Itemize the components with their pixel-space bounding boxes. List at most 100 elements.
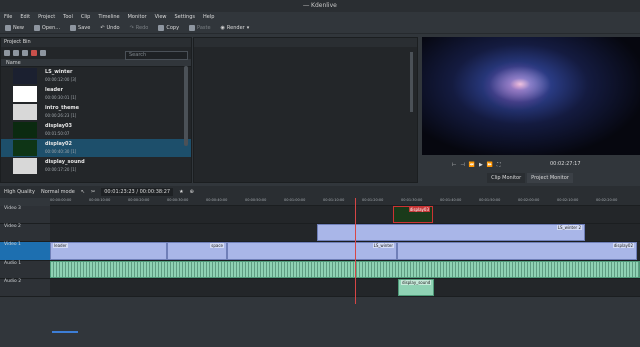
monitor-controls: ⊢ ⊣ ⏪ ▶ ⏩ ⛶	[422, 159, 640, 171]
grid-icon[interactable]	[40, 50, 46, 56]
tab-clip-monitor[interactable]: Clip Monitor	[487, 173, 526, 183]
audio-waveform-clip[interactable]	[50, 261, 640, 278]
bin-clip-intro-theme[interactable]: intro_theme 00:00:26:23 [1]	[1, 103, 191, 121]
set-out-icon[interactable]: ⊣	[460, 162, 464, 168]
menu-help[interactable]: Help	[199, 12, 218, 22]
bin-clip-display02[interactable]: display02 00:00:40:30 [1]	[1, 139, 191, 157]
clip-duration: 00:00:30:01 [1]	[45, 95, 77, 100]
bin-clip-ls-winter[interactable]: LS_winter 00:00:12:00 [3]	[1, 67, 191, 85]
folder-icon[interactable]	[22, 50, 28, 56]
project-bin-title: Project Bin	[4, 39, 31, 45]
clip-thumbnail	[13, 140, 37, 156]
ruler-tick-label: 00:02:20:00	[596, 198, 618, 202]
undo-label: Undo	[106, 24, 120, 31]
nebula-image	[482, 61, 552, 111]
open-label: Open...	[41, 24, 61, 31]
track-header-audio-1[interactable]: Audio 1	[0, 261, 50, 279]
ruler-tick-label: 00:01:50:00	[479, 198, 501, 202]
edit-mode-select[interactable]: Normal mode	[41, 189, 75, 195]
open-button[interactable]: Open...	[29, 22, 65, 34]
monitor-timecode[interactable]: 00:02:27:17	[550, 161, 581, 167]
monitor-tabs: Clip Monitor Project Monitor	[420, 173, 640, 183]
clip-name: display02	[45, 141, 72, 147]
bin-clip-display-sound[interactable]: display_sound 00:00:17:20 [1]	[1, 157, 191, 175]
render-button[interactable]: ◉ Render ▾	[216, 22, 255, 34]
ruler-tick-label: 00:01:20:00	[362, 198, 384, 202]
tab-project-monitor[interactable]: Project Monitor	[527, 173, 573, 183]
timeline-clip[interactable]: display03	[393, 206, 433, 223]
zoom-icon[interactable]: ⊕	[190, 189, 194, 195]
menu-timeline[interactable]: Timeline	[94, 12, 123, 22]
selection-tool-icon[interactable]: ↖	[81, 189, 85, 195]
track-header-video-1[interactable]: Video 1	[0, 242, 50, 261]
play-icon[interactable]: ▶	[479, 162, 483, 168]
menu-settings[interactable]: Settings	[171, 12, 200, 22]
track-lane-audio-1[interactable]	[50, 261, 640, 279]
add-marker-icon[interactable]: ★	[179, 189, 183, 195]
bin-clip-leader[interactable]: leader 00:00:30:01 [1]	[1, 85, 191, 103]
track-lane-video-1[interactable]: leader space LS_winter display02	[50, 242, 640, 261]
track-header-video-3[interactable]: Video 3	[0, 206, 50, 224]
clip-label: display02	[612, 243, 634, 248]
chevron-down-icon: ▾	[246, 24, 250, 31]
menu-clip[interactable]: Clip	[77, 12, 94, 22]
menu-project[interactable]: Project	[34, 12, 59, 22]
razor-tool-icon[interactable]: ✂	[91, 189, 95, 195]
menu-icon[interactable]	[4, 50, 10, 56]
ruler-tick-label: 00:01:40:00	[440, 198, 462, 202]
window-title: ― Kdenlive	[303, 2, 337, 9]
copy-label: Copy	[166, 24, 180, 31]
set-in-icon[interactable]: ⊢	[452, 162, 456, 168]
ruler-tick-label: 00:01:30:00	[401, 198, 423, 202]
clip-label: LS_winter 2	[556, 225, 582, 230]
clip-label: display_sound	[401, 280, 432, 285]
fullscreen-icon[interactable]: ⛶	[497, 162, 501, 168]
properties-panel	[193, 37, 418, 183]
track-lane-audio-2[interactable]: display_sound	[50, 279, 640, 297]
bin-scrollbar[interactable]	[184, 66, 188, 146]
menu-edit[interactable]: Edit	[16, 12, 34, 22]
track-header-audio-2[interactable]: Audio 2	[0, 279, 50, 297]
clip-label: LS_winter	[372, 243, 394, 248]
undo-button[interactable]: ↶ Undo	[95, 22, 124, 34]
timeline-scrollbar[interactable]	[52, 331, 78, 333]
monitor-video-view[interactable]	[422, 37, 640, 155]
timeline-clip[interactable]: LS_winter	[227, 242, 397, 260]
track-lane-video-3[interactable]: display03	[50, 206, 640, 224]
bin-clip-display03[interactable]: display03 00:01:50:07	[1, 121, 191, 139]
track-lane-video-2[interactable]: LS_winter 2	[50, 224, 640, 242]
timeline-clip[interactable]: display02	[397, 242, 637, 260]
bin-search-input[interactable]: Search	[125, 51, 188, 60]
save-label: Save	[78, 24, 91, 31]
clip-label: leader	[53, 243, 68, 248]
audio-clip[interactable]: display_sound	[398, 279, 434, 296]
playhead-cursor[interactable]	[355, 198, 356, 304]
menu-monitor[interactable]: Monitor	[124, 12, 151, 22]
timeline-ruler[interactable]: 00:00:00:00 00:00:10:00 00:00:20:00 00:00:3…	[50, 198, 640, 206]
bin-name-column-header[interactable]: Name	[1, 59, 191, 67]
quality-select[interactable]: High Quality	[4, 189, 35, 195]
rewind-icon[interactable]: ⏪	[469, 162, 475, 168]
menu-tool[interactable]: Tool	[59, 12, 77, 22]
window-titlebar: ― Kdenlive	[0, 0, 640, 12]
save-button[interactable]: Save	[65, 22, 95, 34]
timeline-clip[interactable]: space	[167, 242, 227, 260]
menu-file[interactable]: File	[0, 12, 16, 22]
track-name: Audio 1	[4, 261, 22, 266]
menu-view[interactable]: View	[151, 12, 171, 22]
add-clip-icon[interactable]	[13, 50, 19, 56]
paste-button[interactable]: Paste	[184, 22, 216, 34]
timeline-clip[interactable]: LS_winter 2	[317, 224, 585, 241]
delete-icon[interactable]	[31, 50, 37, 56]
main-toolbar: New Open... Save ↶ Undo ↷ Redo Copy Paste …	[0, 22, 640, 34]
timeline-clip[interactable]: leader	[50, 242, 167, 260]
forward-icon[interactable]: ⏩	[487, 162, 493, 168]
track-header-video-2[interactable]: Video 2	[0, 224, 50, 242]
clip-duration: 00:00:12:00 [3]	[45, 77, 77, 82]
copy-button[interactable]: Copy	[153, 22, 184, 34]
properties-scrollbar[interactable]	[410, 52, 413, 112]
track-name: Video 3	[4, 206, 21, 211]
new-button[interactable]: New	[0, 22, 29, 34]
redo-button[interactable]: ↷ Redo	[125, 22, 154, 34]
ruler-tick-label: 00:00:50:00	[245, 198, 267, 202]
